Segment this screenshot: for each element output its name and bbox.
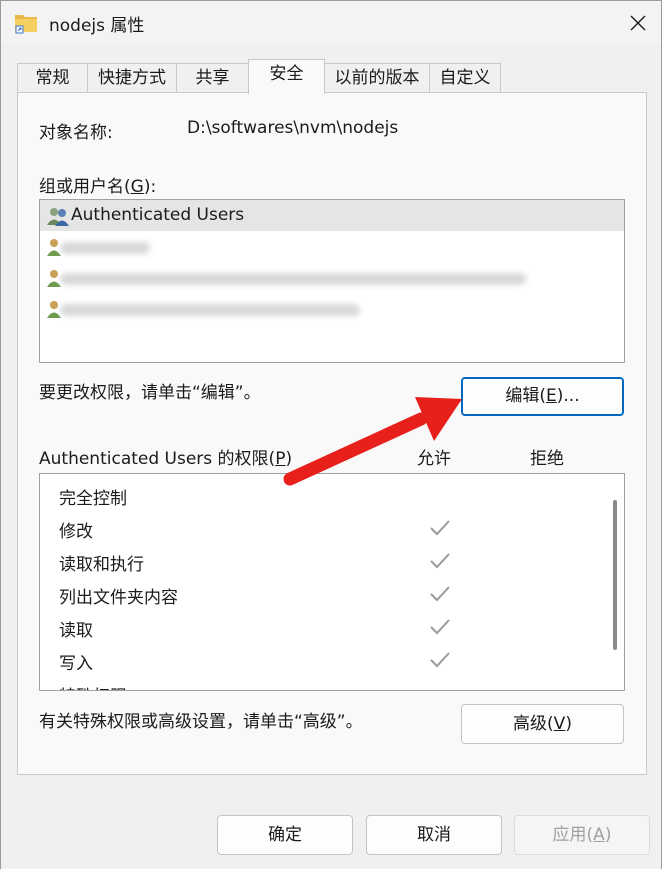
permission-row: 写入 bbox=[40, 643, 610, 676]
permission-name: 完全控制 bbox=[59, 489, 127, 509]
user-row-authenticated-users[interactable]: Authenticated Users bbox=[40, 200, 624, 231]
permissions-scrollbar[interactable] bbox=[608, 474, 624, 690]
tab-shortcut[interactable]: 快捷方式 bbox=[87, 63, 177, 93]
tab-customize[interactable]: 自定义 bbox=[429, 63, 501, 93]
window-title: nodejs 属性 bbox=[49, 16, 145, 36]
check-icon bbox=[429, 618, 451, 636]
tab-strip: 常规 快捷方式 共享 安全 以前的版本 自定义 bbox=[1, 59, 661, 94]
user-row[interactable] bbox=[40, 262, 624, 293]
permission-name: 特殊权限 bbox=[59, 682, 127, 690]
users-group-icon bbox=[46, 206, 70, 226]
tab-security[interactable]: 安全 bbox=[248, 59, 325, 94]
permission-name: 修改 bbox=[59, 522, 93, 542]
advanced-hint: 有关特殊权限或高级设置，请单击“高级”。 bbox=[39, 712, 363, 732]
permission-row: 读取和执行 bbox=[40, 544, 610, 577]
close-button[interactable] bbox=[615, 1, 661, 45]
title-bar: nodejs 属性 bbox=[1, 1, 661, 45]
permission-row: 列出文件夹内容 bbox=[40, 577, 610, 610]
groups-label: 组或用户名(G): bbox=[39, 177, 157, 197]
permission-row: 完全控制 bbox=[40, 478, 610, 511]
check-icon bbox=[429, 585, 451, 603]
object-name-label: 对象名称: bbox=[39, 123, 113, 143]
permission-name: 写入 bbox=[59, 654, 93, 674]
redacted-user-name bbox=[60, 242, 150, 254]
ok-button[interactable]: 确定 bbox=[217, 815, 353, 855]
permissions-list[interactable]: 完全控制 修改 读取和执行 列出文件夹内容 读取 写入 bbox=[39, 473, 625, 691]
apply-button[interactable]: 应用(A) bbox=[514, 815, 650, 855]
user-list[interactable]: Authenticated Users bbox=[39, 199, 625, 363]
tab-sharing[interactable]: 共享 bbox=[176, 63, 249, 93]
edit-button[interactable]: 编辑(E)... bbox=[461, 377, 624, 416]
check-icon bbox=[429, 519, 451, 537]
change-permissions-hint: 要更改权限，请单击“编辑”。 bbox=[39, 383, 261, 403]
scrollbar-thumb[interactable] bbox=[613, 500, 617, 650]
check-icon bbox=[429, 651, 451, 669]
redacted-user-name bbox=[60, 273, 526, 285]
advanced-button[interactable]: 高级(V) bbox=[461, 704, 624, 744]
close-icon bbox=[630, 15, 646, 31]
permission-name: 列出文件夹内容 bbox=[59, 588, 178, 608]
allow-header: 允许 bbox=[417, 449, 451, 469]
permission-row: 修改 bbox=[40, 511, 610, 544]
deny-header: 拒绝 bbox=[530, 449, 564, 469]
permission-row: 读取 bbox=[40, 610, 610, 643]
permission-name: 读取和执行 bbox=[59, 555, 144, 575]
properties-dialog: nodejs 属性 常规 快捷方式 共享 安全 以前的版本 自定义 对象名称: … bbox=[0, 0, 662, 869]
user-name: Authenticated Users bbox=[71, 205, 245, 225]
permissions-label: Authenticated Users 的权限(P) bbox=[39, 449, 293, 469]
user-row[interactable] bbox=[40, 293, 624, 324]
object-name-value: D:\softwares\nvm\nodejs bbox=[187, 118, 399, 138]
user-row[interactable] bbox=[40, 231, 624, 262]
tab-previous-versions[interactable]: 以前的版本 bbox=[324, 63, 430, 93]
tab-general[interactable]: 常规 bbox=[17, 63, 88, 93]
permission-row: 特殊权限 bbox=[40, 676, 610, 690]
redacted-user-name bbox=[60, 304, 360, 316]
check-icon bbox=[429, 552, 451, 570]
folder-icon bbox=[14, 12, 38, 34]
permission-name: 读取 bbox=[59, 621, 93, 641]
dialog-footer: 确定 取消 应用(A) bbox=[1, 789, 661, 869]
cancel-button[interactable]: 取消 bbox=[366, 815, 502, 855]
